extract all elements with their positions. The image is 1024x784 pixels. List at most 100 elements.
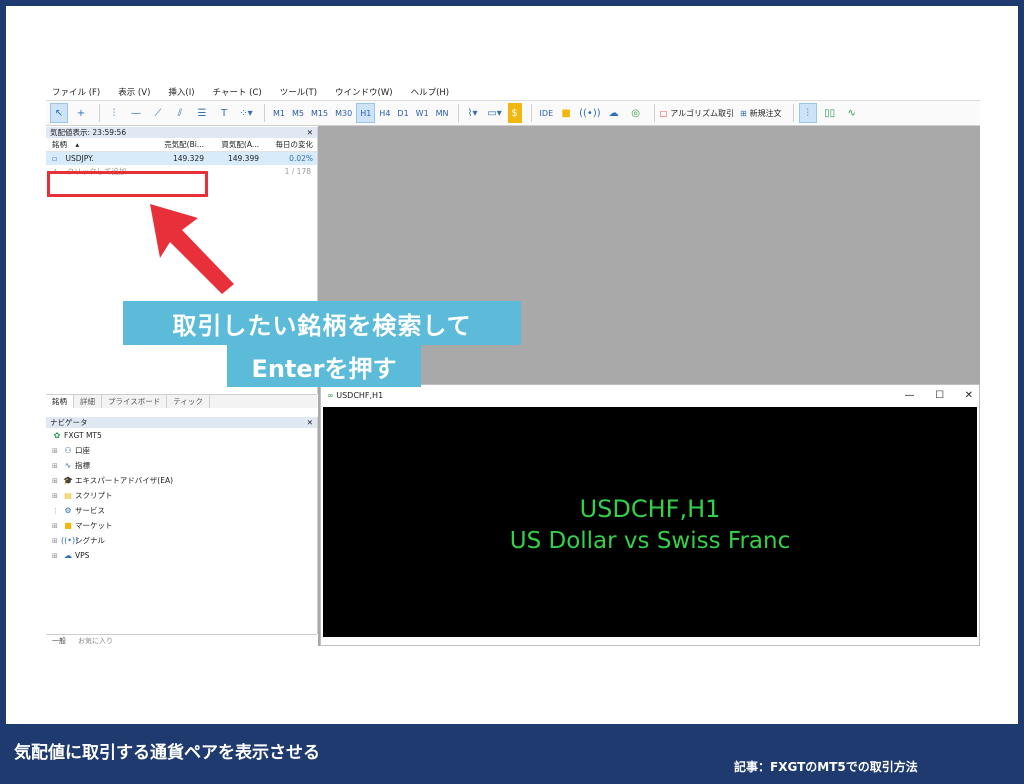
navigator-titlebar: ナビゲータ ✕ xyxy=(46,417,317,428)
symbol-count: 1 / 178 xyxy=(284,167,311,176)
caption: 気配値に取引する通貨ペアを表示させる xyxy=(14,743,320,763)
timeframe-d1[interactable]: D1 xyxy=(394,103,411,123)
tab-favorites[interactable]: お気に入り xyxy=(72,636,119,646)
timeframe-m1[interactable]: M1 xyxy=(270,103,288,123)
navigator-item-signals[interactable]: ⊞ ((•)) シグナル xyxy=(46,533,317,548)
minimize-icon[interactable]: — xyxy=(905,390,915,401)
column-symbol[interactable]: 銘柄 ▴ xyxy=(46,139,152,150)
maximize-icon[interactable]: ☐ xyxy=(935,390,944,401)
toolbar-separator xyxy=(264,104,265,122)
menu-file[interactable]: ファイル (F) xyxy=(52,86,100,98)
algo-trading-button[interactable]: □ アルゴリズム取引 xyxy=(660,103,734,123)
timeframe-w1[interactable]: W1 xyxy=(413,103,432,123)
expand-icon[interactable]: ⊞ xyxy=(52,492,61,500)
cursor-icon[interactable]: ↖ xyxy=(50,103,68,123)
menu-chart[interactable]: チャート (C) xyxy=(213,86,262,98)
text-tool-icon[interactable]: T xyxy=(215,103,233,123)
article-label: 記事：FXGTのMT5での取引方法 xyxy=(734,760,918,774)
navigator-item-expert-advisors[interactable]: ⊞ 🎓 エキスパートアドバイザ(EA) xyxy=(46,473,317,488)
navigator-item-market[interactable]: ⊞ ■ マーケット xyxy=(46,518,317,533)
menu-view[interactable]: 表示 (V) xyxy=(118,86,150,98)
navigator-item-scripts[interactable]: ⊞ ▤ スクリプト xyxy=(46,488,317,503)
new-order-button[interactable]: ⊞ 新規注文 xyxy=(740,103,782,123)
indicator-icon: ∿ xyxy=(64,461,72,470)
menu-bar: ファイル (F) 表示 (V) 挿入(I) チャート (C) ツール(T) ウイ… xyxy=(46,84,980,100)
timeframe-h4[interactable]: H4 xyxy=(376,103,393,123)
close-icon[interactable]: ✕ xyxy=(965,390,973,401)
graduation-cap-icon: 🎓 xyxy=(63,476,73,485)
menu-tools[interactable]: ツール(T) xyxy=(280,86,317,98)
navigator-item-label: シグナル xyxy=(75,536,105,545)
toolbar: ↖ + ⫶ — ⟋ ⫽ ☰ T ⁘▾ M1 M5 M15 M30 H1 H4 D… xyxy=(46,100,980,126)
trendline-icon[interactable]: ⟋ xyxy=(149,103,167,123)
market-watch-title: 気配値表示: 23:59:56 xyxy=(50,128,127,137)
expand-icon[interactable]: ⊞ xyxy=(52,477,61,485)
toolbar-separator xyxy=(653,104,655,122)
bar-chart-icon[interactable]: ⫶ xyxy=(798,103,817,123)
chart-window-titlebar[interactable]: ∞ USDCHF,H1 — ☐ ✕ xyxy=(321,385,979,405)
horizontal-line-icon[interactable]: — xyxy=(127,103,145,123)
expand-icon[interactable]: ⊞ xyxy=(52,462,61,470)
navigator-item-label: マーケット xyxy=(75,521,113,530)
dollar-icon[interactable]: $ xyxy=(507,103,522,123)
window-controls: — ☐ ✕ xyxy=(887,390,973,401)
signal-icon[interactable]: ((•)) xyxy=(579,103,601,123)
tab-price-board[interactable]: プライスボード xyxy=(102,395,168,408)
line-chart-icon[interactable]: ∿ xyxy=(843,103,861,123)
chart-description-label: US Dollar vs Swiss Franc xyxy=(509,528,791,554)
vps-icon[interactable]: ◎ xyxy=(627,103,645,123)
fibonacci-icon[interactable]: ☰ xyxy=(193,103,211,123)
symbol-cell: ▫ USDJPY. xyxy=(46,154,152,163)
crosshair-icon[interactable]: + xyxy=(72,103,90,123)
expand-icon[interactable]: ⊞ xyxy=(52,552,61,560)
ide-button[interactable]: IDE xyxy=(537,103,557,123)
navigator-item-services[interactable]: ⋮ ⚙ サービス xyxy=(46,503,317,518)
chart-type-icon[interactable]: ⌇▾ xyxy=(464,103,482,123)
timeframe-mn[interactable]: MN xyxy=(433,103,452,123)
timeframe-h1[interactable]: H1 xyxy=(356,103,376,123)
tab-symbols[interactable]: 銘柄 xyxy=(46,395,74,408)
menu-help[interactable]: ヘルプ(H) xyxy=(411,86,450,98)
navigator-root[interactable]: ✿ FXGT MT5 xyxy=(46,428,317,443)
fxgt-logo-icon: ✿ xyxy=(53,431,61,440)
tab-details[interactable]: 詳細 xyxy=(74,395,102,408)
templates-icon[interactable]: ▭▾ xyxy=(486,103,504,123)
column-ask[interactable]: 買気配(A... xyxy=(207,139,262,150)
bid-cell: 149.329 xyxy=(172,154,204,163)
signal-icon: ((•)) xyxy=(61,536,79,545)
table-row[interactable]: ▫ USDJPY. 149.329 149.399 0.02% xyxy=(46,152,317,165)
navigator-item-vps[interactable]: ⊞ ☁ VPS xyxy=(46,548,317,563)
shopping-bag-icon[interactable]: ■ xyxy=(557,103,575,123)
chart-window: ∞ USDCHF,H1 — ☐ ✕ USDCHF,H1 US Dollar vs… xyxy=(320,384,980,646)
navigator-item-accounts[interactable]: ⊞ ⚇ 口座 xyxy=(46,443,317,458)
instruction-callout-line2: Enterを押す xyxy=(227,345,421,387)
chart-canvas[interactable]: USDCHF,H1 US Dollar vs Swiss Franc xyxy=(323,407,977,637)
timeframe-m15[interactable]: M15 xyxy=(308,103,331,123)
chart-symbol-label: USDCHF,H1 xyxy=(579,495,721,523)
candlestick-icon[interactable]: ▯▯ xyxy=(821,103,839,123)
navigator-item-indicators[interactable]: ⊞ ∿ 指標 xyxy=(46,458,317,473)
timeframe-m30[interactable]: M30 xyxy=(332,103,355,123)
timeframe-m5[interactable]: M5 xyxy=(289,103,307,123)
symbol-name: USDJPY. xyxy=(65,154,94,163)
cloud-icon: ☁ xyxy=(64,551,72,560)
navigator-item-label: スクリプト xyxy=(75,491,113,500)
tab-ticks[interactable]: ティック xyxy=(167,395,210,408)
menu-insert[interactable]: 挿入(I) xyxy=(168,86,194,98)
tab-general[interactable]: 一般 xyxy=(46,636,72,646)
menu-window[interactable]: ウインドウ(W) xyxy=(335,86,393,98)
change-cell: 0.02% xyxy=(289,154,313,163)
expand-icon[interactable]: ⊞ xyxy=(52,537,61,545)
close-icon[interactable]: ✕ xyxy=(307,128,313,137)
expand-icon[interactable]: ⊞ xyxy=(52,447,61,455)
vertical-line-icon[interactable]: ⫶ xyxy=(105,103,123,123)
toolbar-separator xyxy=(530,104,532,122)
shapes-icon[interactable]: ⁘▾ xyxy=(237,103,255,123)
column-bid[interactable]: 売気配(Bi... xyxy=(152,139,207,150)
pointer-arrow-icon xyxy=(150,204,234,294)
column-daily-change[interactable]: 毎日の変化 xyxy=(262,139,316,150)
cloud-icon[interactable]: ☁ xyxy=(605,103,623,123)
expand-icon[interactable]: ⊞ xyxy=(52,522,61,530)
equidistant-channel-icon[interactable]: ⫽ xyxy=(171,103,189,123)
close-icon[interactable]: ✕ xyxy=(307,418,313,427)
